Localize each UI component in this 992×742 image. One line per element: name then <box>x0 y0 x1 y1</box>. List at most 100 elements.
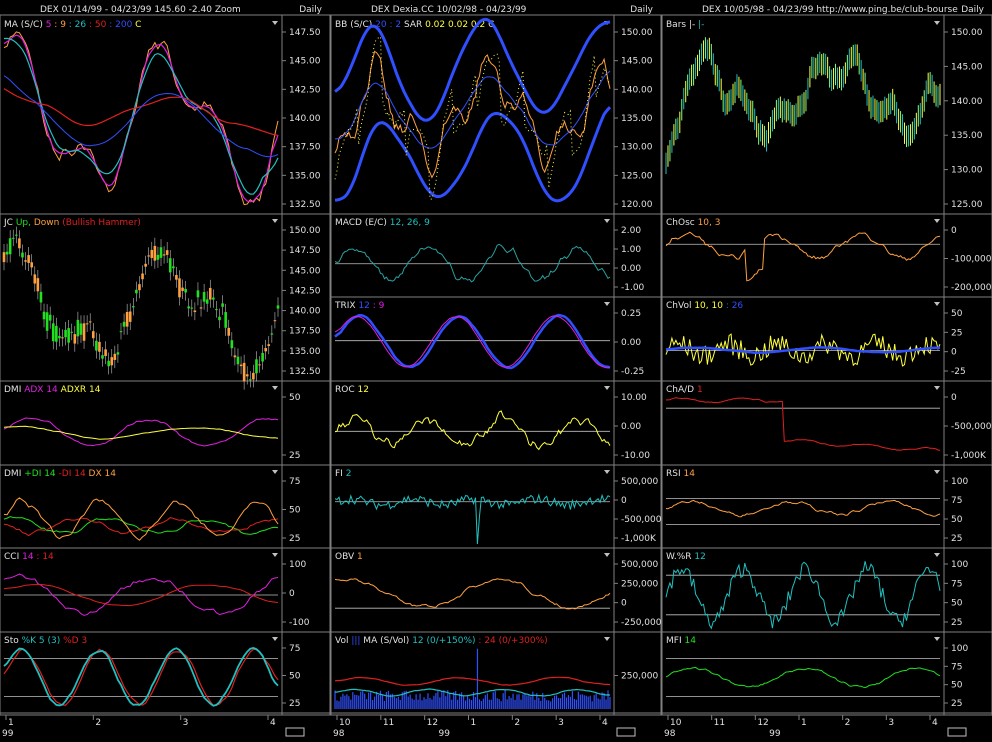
panel-sto: Sto %K 5 (3) %D 3 75 50 25 <box>0 636 330 714</box>
candle-body <box>36 278 40 292</box>
period-dropdown[interactable]: Daily <box>961 5 984 15</box>
scale-label: 150.00 <box>289 226 321 236</box>
scale-label: 132.50 <box>289 367 321 377</box>
candle-body <box>264 348 267 352</box>
period-dropdown[interactable]: Daily <box>299 5 322 15</box>
panel-menu-icon[interactable] <box>272 637 278 641</box>
candle-body <box>215 309 218 311</box>
scale-label: -0.25 <box>621 367 644 377</box>
scale-label: 135.00 <box>621 114 653 124</box>
panel-label: Bars |- |- <box>666 20 704 30</box>
panel-chad: ChA/D 1 0 -500,000 -1,000K <box>662 385 992 466</box>
panel-menu-icon[interactable] <box>934 637 940 641</box>
panel-menu-icon[interactable] <box>604 302 610 306</box>
candle-body <box>45 312 49 331</box>
scale-label: 25 <box>951 699 962 709</box>
scroll-arrows-icon[interactable] <box>947 727 967 737</box>
panel-menu-icon[interactable] <box>604 386 610 390</box>
scale-label: 25 <box>951 328 962 338</box>
candle-body <box>79 323 83 335</box>
x-tick-label: 12 <box>757 718 768 728</box>
x-axis: 10 11 12 1 2 3 498 99 <box>333 715 636 739</box>
candle-body <box>42 311 46 320</box>
candle-body <box>18 238 21 249</box>
scale-label: 75 <box>951 496 962 506</box>
candle-body <box>224 312 227 328</box>
scroll-arrows-icon[interactable] <box>285 727 305 737</box>
chart-workspace: DEX 01/14/99 - 04/23/99 145.60 -2.40 Zoo… <box>0 0 992 739</box>
panel-menu-icon[interactable] <box>272 470 278 474</box>
scroll-arrows-icon[interactable] <box>616 727 636 737</box>
scale-label: 75 <box>289 644 300 654</box>
x-tick-label: 1 <box>8 718 14 728</box>
panel-menu-icon[interactable] <box>934 386 940 390</box>
candle-body <box>208 287 212 300</box>
scale-label: 100 <box>951 477 968 487</box>
x-tick-label: 2 <box>95 718 101 728</box>
period-dropdown[interactable]: Daily <box>630 5 653 15</box>
candle-body <box>116 352 120 355</box>
x-year-label: 98 <box>333 729 345 738</box>
panel-label: DMI +DI 14 -DI 14 DX 14 <box>4 469 116 479</box>
candle-body <box>261 352 264 362</box>
panel-menu-icon[interactable] <box>272 21 278 25</box>
sar-dots <box>334 35 611 200</box>
adxr-line <box>3 425 279 440</box>
scale-label: 0 <box>951 393 957 403</box>
panel-menu-icon[interactable] <box>272 219 278 223</box>
pdi-line <box>3 516 279 535</box>
candle-body <box>88 321 92 323</box>
panel-label: TRIX 12 : 9 <box>334 301 385 311</box>
panel-menu-icon[interactable] <box>272 553 278 557</box>
column-frame <box>330 14 662 716</box>
panel-obv: OBV 1 500,000 250,000 0 -250,000 <box>331 552 662 633</box>
panel-menu-icon[interactable] <box>934 21 940 25</box>
panel-jc: JC Up, Down (Bullish Hammer) 150.00 147.50… <box>0 218 330 382</box>
panel-menu-icon[interactable] <box>934 553 940 557</box>
mfi-line <box>665 666 941 689</box>
candle-body <box>98 341 101 352</box>
candle-body <box>91 331 95 339</box>
scale-label: 125.00 <box>621 171 653 181</box>
candle-body <box>76 319 80 337</box>
scale-label: 50 <box>951 309 963 319</box>
panel-menu-icon[interactable] <box>604 219 610 223</box>
x-tick-label: 2 <box>845 718 851 728</box>
panel-menu-icon[interactable] <box>272 386 278 390</box>
x-tick-label: 12 <box>427 718 438 728</box>
candle-body <box>230 340 234 349</box>
panel-menu-icon[interactable] <box>604 470 610 474</box>
header-title: DEX Dexia.CC 10/02/98 - 04/23/99 <box>371 5 527 15</box>
scale-label: -1,000K <box>951 451 987 461</box>
candle-body <box>55 325 58 342</box>
candle-body <box>162 254 166 256</box>
scale-label: -25 <box>951 367 966 377</box>
panel-menu-icon[interactable] <box>604 637 610 641</box>
x-tick-label: 4 <box>602 718 608 728</box>
candle-body <box>248 379 252 381</box>
candle-body <box>24 260 27 262</box>
fi-line <box>334 493 611 545</box>
candle-body <box>132 306 135 308</box>
panel-menu-icon[interactable] <box>934 470 940 474</box>
panel-menu-icon[interactable] <box>934 219 940 223</box>
candle-body <box>122 321 126 327</box>
candle-body <box>252 372 255 380</box>
panel-menu-icon[interactable] <box>934 302 940 306</box>
candle-body <box>30 262 34 268</box>
x-tick-label: 1 <box>801 718 807 728</box>
candle-body <box>221 303 224 307</box>
x-tick-label: 2 <box>514 718 520 728</box>
panel-label: FI 2 <box>335 469 351 479</box>
panel-label: DMI ADX 14 ADXR 14 <box>4 385 101 395</box>
header-title: DEX 01/14/99 - 04/23/99 145.60 -2.40 Zoo… <box>40 5 241 15</box>
scale-label: 75 <box>289 477 300 487</box>
scale-label: 0 <box>951 226 957 236</box>
panel-menu-icon[interactable] <box>604 553 610 557</box>
panel-label: Sto %K 5 (3) %D 3 <box>4 636 87 646</box>
scale-label: 120.00 <box>621 200 653 210</box>
candle-body <box>5 251 9 255</box>
x-tick-label: 3 <box>558 718 564 728</box>
candle-body <box>61 337 64 339</box>
x-year-label: 99 <box>2 729 14 738</box>
